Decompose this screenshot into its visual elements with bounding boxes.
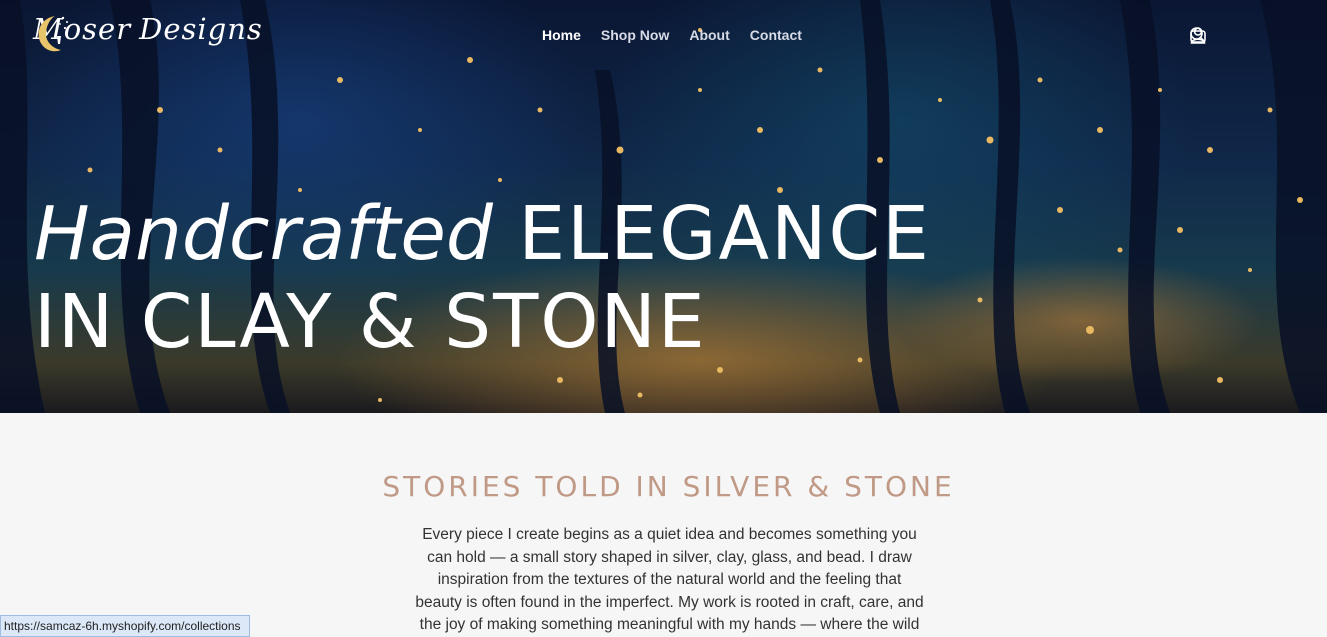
body-line: inspiration from the textures of the nat… (437, 571, 902, 588)
status-bar-url: https://samcaz-6h.myshopify.com/collecti… (0, 615, 250, 637)
section-body: Every piece I create begins as a quiet i… (403, 524, 936, 637)
body-line: the joy of making something meaningful w… (419, 616, 920, 633)
body-line: beauty is often found in the imperfect. … (415, 593, 924, 611)
hero-banner: Moser Designs Home Shop Now About Contac… (0, 0, 1327, 413)
nav-about[interactable]: About (689, 27, 729, 43)
body-line: Every piece I create begins as a quiet i… (422, 526, 917, 543)
hero-line-two: IN CLAY & STONE (34, 279, 707, 365)
hero-script-word: Handcrafted (34, 191, 493, 277)
hero-headline: Handcrafted ELEGANCE IN CLAY & STONE (34, 190, 931, 366)
nav-home[interactable]: Home (542, 27, 581, 43)
nav-contact[interactable]: Contact (750, 27, 802, 43)
brand-logo[interactable]: Moser Designs (33, 12, 263, 52)
hero-caps-word: ELEGANCE (518, 191, 931, 277)
nav-shop-now[interactable]: Shop Now (601, 27, 669, 43)
brand-name-right: Designs (139, 12, 263, 46)
header-actions (1189, 26, 1297, 44)
moon-icon (38, 16, 68, 52)
main-nav: Home Shop Now About Contact (542, 27, 802, 43)
body-line: can hold — a small story shaped in silve… (427, 548, 912, 566)
section-heading: STORIES TOLD IN SILVER & STONE (382, 470, 955, 503)
cart-icon[interactable] (1190, 26, 1297, 44)
account-icon[interactable] (1190, 26, 1252, 44)
about-section: STORIES TOLD IN SILVER & STONE Every pie… (0, 413, 1327, 637)
